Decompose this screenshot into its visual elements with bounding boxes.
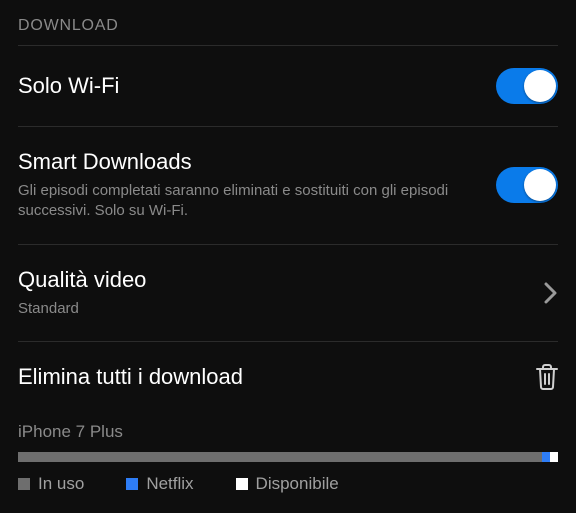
toggle-knob xyxy=(524,70,556,102)
swatch-available xyxy=(236,478,248,490)
row-title-delete: Elimina tutti i download xyxy=(18,364,514,390)
legend-item-netflix: Netflix xyxy=(126,474,193,494)
storage-bar-segment xyxy=(542,452,550,462)
legend-label-available: Disponibile xyxy=(256,474,339,494)
row-desc-smart: Gli episodi completati saranno eliminati… xyxy=(18,181,458,222)
row-value-quality: Standard xyxy=(18,299,458,319)
legend-item-available: Disponibile xyxy=(236,474,339,494)
row-smart-downloads[interactable]: Smart Downloads Gli episodi completati s… xyxy=(0,127,576,244)
trash-icon xyxy=(536,364,558,390)
storage-bar xyxy=(18,452,558,462)
section-header-download: DOWNLOAD xyxy=(0,0,576,45)
swatch-netflix xyxy=(126,478,138,490)
row-title-smart: Smart Downloads xyxy=(18,149,484,175)
storage-bar-segment xyxy=(550,452,558,462)
row-wifi-only[interactable]: Solo Wi-Fi xyxy=(0,46,576,126)
legend-label-netflix: Netflix xyxy=(146,474,193,494)
toggle-smart-downloads[interactable] xyxy=(496,167,558,203)
swatch-used xyxy=(18,478,30,490)
legend-item-used: In uso xyxy=(18,474,84,494)
row-title-wifi: Solo Wi-Fi xyxy=(18,73,484,99)
row-title-quality: Qualità video xyxy=(18,267,532,293)
legend-label-used: In uso xyxy=(38,474,84,494)
row-delete-all-downloads[interactable]: Elimina tutti i download xyxy=(0,342,576,412)
storage-section: iPhone 7 Plus In uso Netflix Disponibile xyxy=(0,412,576,494)
storage-legend: In uso Netflix Disponibile xyxy=(18,474,558,494)
storage-device-name: iPhone 7 Plus xyxy=(18,422,558,442)
toggle-knob xyxy=(524,169,556,201)
storage-bar-segment xyxy=(18,452,542,462)
row-video-quality[interactable]: Qualità video Standard xyxy=(0,245,576,341)
chevron-right-icon xyxy=(544,282,558,304)
toggle-wifi-only[interactable] xyxy=(496,68,558,104)
